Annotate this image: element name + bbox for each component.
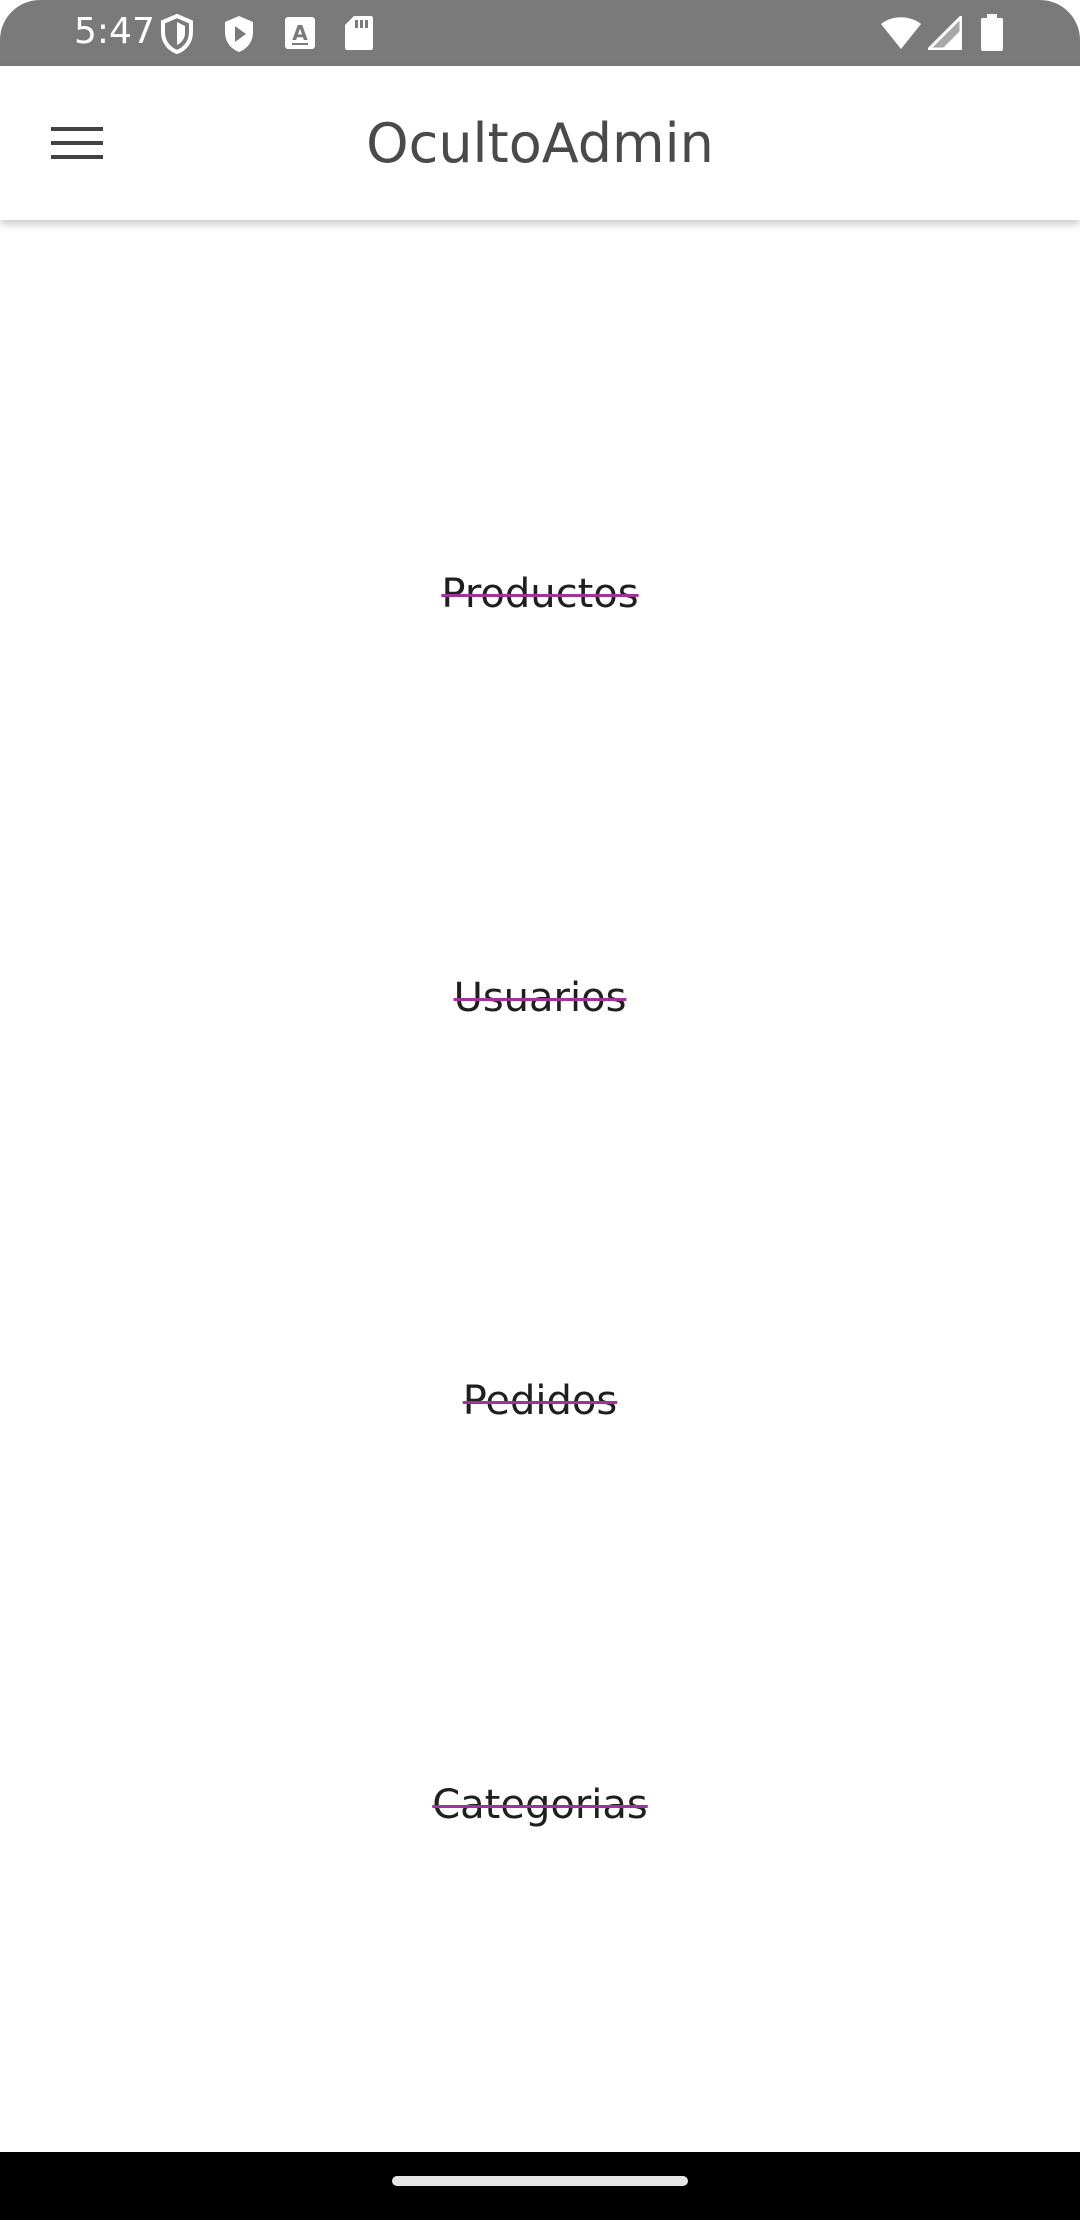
menu-item-usuarios[interactable]: Usuarios: [0, 970, 1080, 1026]
sd-card-icon: [344, 14, 374, 57]
svg-text:A: A: [292, 21, 308, 45]
main-content: Productos Usuarios Pedidos Categorias: [0, 220, 1080, 2152]
menu-item-categorias[interactable]: Categorias: [0, 1777, 1080, 1833]
status-bar: 5:47 A: [0, 0, 1080, 66]
status-time: 5:47: [74, 11, 155, 52]
menu-item-label: Categorias: [432, 1782, 648, 1828]
system-nav-bar: [0, 2152, 1080, 2220]
battery-icon: [980, 14, 1004, 57]
page-title: OcultoAdmin: [366, 112, 714, 175]
home-indicator[interactable]: [392, 2176, 688, 2186]
wifi-icon: [880, 16, 922, 55]
signal-icon: [925, 13, 963, 55]
play-store-icon: [222, 14, 256, 59]
screen: 5:47 A OcultoAdmin Productos Usuarios Pe…: [0, 0, 1080, 2220]
menu-item-label: Pedidos: [462, 1378, 618, 1424]
app-bar: OcultoAdmin: [0, 66, 1080, 220]
menu-item-pedidos[interactable]: Pedidos: [0, 1373, 1080, 1429]
menu-item-label: Usuarios: [453, 975, 627, 1021]
shield-icon: [160, 13, 194, 59]
font-a-icon: A: [284, 14, 316, 57]
menu-item-label: Productos: [441, 571, 639, 617]
menu-item-productos[interactable]: Productos: [0, 566, 1080, 622]
